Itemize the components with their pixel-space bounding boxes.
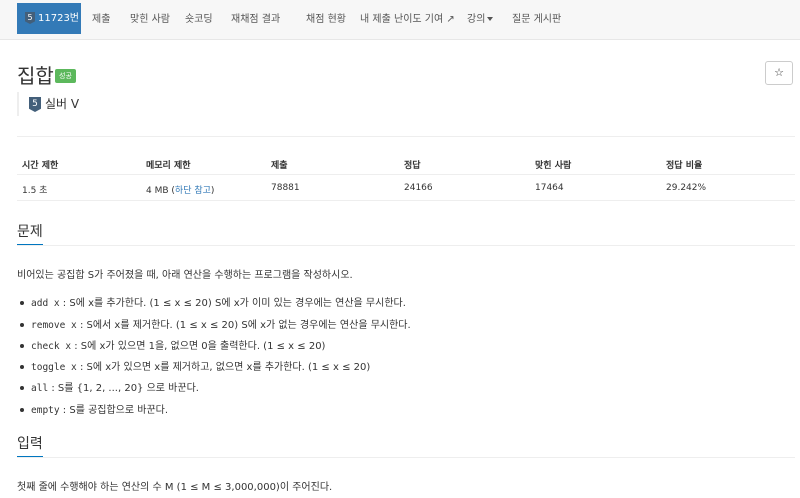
silver-tier-icon: 5 — [25, 12, 35, 24]
memory-limit-value: 4 MB (하단 참고) — [146, 183, 214, 196]
silver-tier-icon: 5 — [29, 97, 41, 112]
bullet — [20, 408, 24, 412]
operation-text: : S에 x를 추가한다. (1 ≤ x ≤ 20) S에 x가 이미 있는 경… — [62, 298, 406, 309]
list-item: all : S를 {1, 2, ..., 20} 으로 바꾼다. — [20, 379, 199, 394]
tier-label: 실버 V — [45, 97, 80, 111]
nav-solvers[interactable]: 맞힌 사람 — [130, 0, 170, 39]
nav-lectures[interactable]: 강의 — [467, 0, 494, 39]
external-link-icon: ↗ — [446, 14, 455, 25]
operation-code: remove x — [31, 320, 77, 331]
list-item: empty : S를 공집합으로 바꾼다. — [20, 401, 168, 416]
nav-judge-status[interactable]: 채점 현황 — [306, 0, 346, 39]
section-divider — [17, 245, 795, 246]
problem-description: 비어있는 공집합 S가 주어졌을 때, 아래 연산을 수행하는 프로그램을 작성… — [17, 270, 353, 281]
star-button[interactable]: ☆ — [765, 61, 793, 85]
section-divider — [17, 457, 795, 458]
accepted-value: 24166 — [404, 183, 433, 193]
header-accepted: 정답 — [404, 161, 421, 171]
submissions-value: 78881 — [271, 183, 300, 193]
operation-text: : S를 {1, 2, ..., 20} 으로 바꾼다. — [51, 383, 199, 394]
time-limit-value: 1.5 초 — [22, 186, 48, 196]
header-solvers: 맞힌 사람 — [535, 161, 572, 171]
operation-text: : S를 공집합으로 바꾼다. — [62, 405, 169, 416]
header-submissions: 제출 — [271, 161, 288, 171]
memory-note-link[interactable]: 하단 참고 — [175, 186, 211, 196]
nav-rejudge-results[interactable]: 재채점 결과 — [231, 0, 280, 39]
operation-text: : S에 x가 있으면 x를 제거하고, 없으면 x를 추가한다. (1 ≤ x… — [79, 362, 371, 373]
bullet — [20, 386, 24, 390]
input-description: 첫째 줄에 수행해야 하는 연산의 수 M (1 ≤ M ≤ 3,000,000… — [17, 482, 333, 493]
nav-submit[interactable]: 제출 — [92, 0, 110, 39]
nav-qna-board[interactable]: 질문 게시판 — [512, 0, 561, 39]
status-badge: 성공 — [55, 69, 76, 83]
operation-code: add x — [31, 298, 60, 309]
table-bottom-divider — [17, 200, 795, 201]
nav-difficulty-label: 난이도 기여 — [394, 14, 444, 25]
nav-my-submissions[interactable]: 내 제출 — [360, 0, 391, 39]
operation-text: : S에 x가 있으면 1을, 없으면 0을 출력한다. (1 ≤ x ≤ 20… — [74, 341, 326, 352]
ratio-value: 29.242% — [666, 183, 707, 193]
bullet — [20, 344, 24, 348]
operation-code: empty — [31, 405, 60, 416]
problem-section-heading: 문제 — [17, 224, 43, 240]
bullet — [20, 301, 24, 305]
operation-code: check x — [31, 341, 72, 352]
memory-limit-amount: 4 MB — [146, 186, 169, 196]
caret-down-icon — [487, 17, 494, 21]
operation-code: toggle x — [31, 362, 77, 373]
header-memory-limit: 메모리 제한 — [146, 161, 191, 171]
operation-text: : S에서 x를 제거한다. (1 ≤ x ≤ 20) S에 x가 없는 경우에… — [79, 320, 411, 331]
list-item: toggle x : S에 x가 있으면 x를 제거하고, 없으면 x를 추가한… — [20, 358, 370, 373]
header-time-limit: 시간 제한 — [22, 161, 59, 171]
problem-navbar: 5 11723번 제출 맞힌 사람 숏코딩 재채점 결과 채점 현황 내 제출 난… — [0, 0, 800, 40]
input-section-heading: 입력 — [17, 436, 43, 452]
nav-short-coding[interactable]: 숏코딩 — [185, 0, 213, 39]
problem-tier: 5 실버 V — [17, 92, 79, 116]
nav-problem-number-label: 11723번 — [38, 13, 80, 24]
problem-title: 집합 — [17, 64, 54, 88]
memory-paren-close: ) — [210, 186, 215, 196]
bullet — [20, 365, 24, 369]
bullet — [20, 323, 24, 327]
solvers-value: 17464 — [535, 183, 564, 193]
nav-difficulty-contribution[interactable]: 난이도 기여 ↗ — [394, 0, 455, 39]
nav-problem-number[interactable]: 5 11723번 — [17, 3, 81, 34]
table-header-divider — [17, 174, 795, 175]
divider — [17, 136, 795, 137]
nav-lectures-label: 강의 — [467, 14, 486, 25]
list-item: check x : S에 x가 있으면 1을, 없으면 0을 출력한다. (1 … — [20, 337, 325, 352]
list-item: add x : S에 x를 추가한다. (1 ≤ x ≤ 20) S에 x가 이… — [20, 294, 406, 309]
operation-code: all — [31, 383, 49, 394]
header-ratio: 정답 비율 — [666, 161, 703, 171]
list-item: remove x : S에서 x를 제거한다. (1 ≤ x ≤ 20) S에 … — [20, 316, 411, 331]
